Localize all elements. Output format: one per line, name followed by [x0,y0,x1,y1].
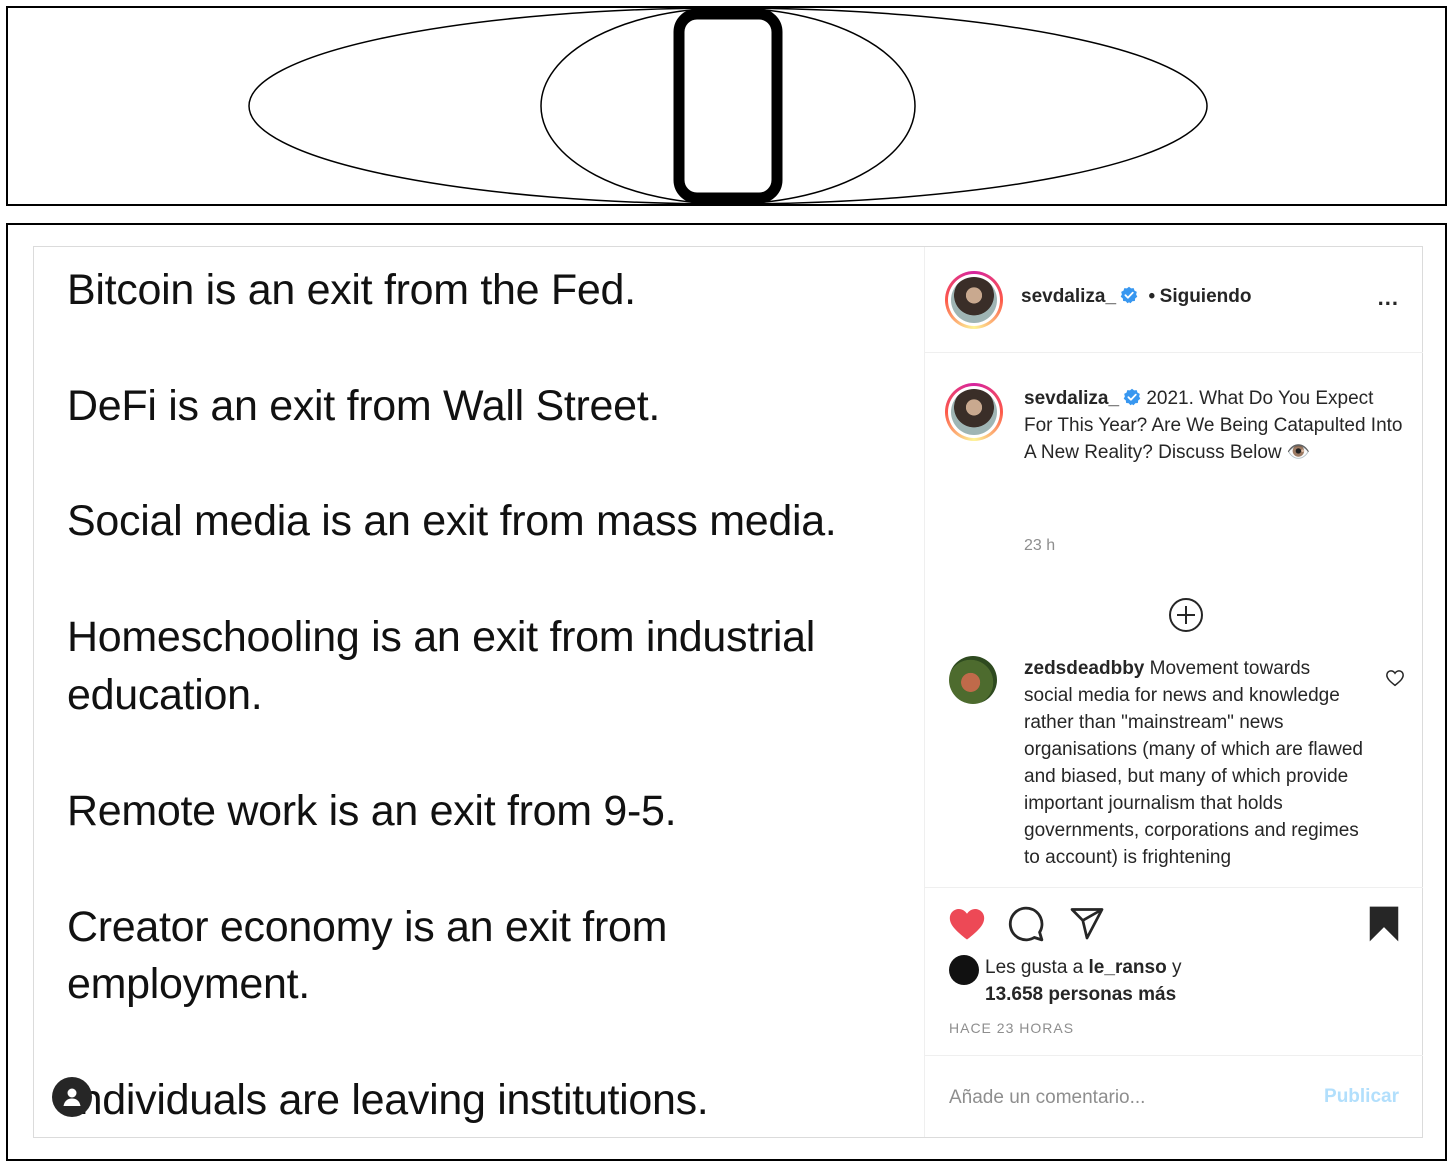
add-comment-bar: Publicar [925,1055,1423,1137]
post-image[interactable]: Bitcoin is an exit from the Fed. DeFi is… [34,247,924,1137]
post-text-line: Individuals are leaving institutions. [67,1076,709,1124]
post-text-line: DeFi is an exit from Wall Street. [67,382,661,430]
publish-button[interactable]: Publicar [1324,1086,1399,1108]
liker-avatar[interactable] [949,955,979,985]
caption-avatar[interactable] [945,383,1003,441]
post-text-line: employment. [67,960,310,1008]
load-more-comments-icon[interactable] [1168,597,1204,633]
eye-diagram-panel [6,6,1447,206]
posted-time[interactable]: HACE 23 HORAS [949,1020,1074,1036]
like-comment-heart-icon[interactable] [1385,669,1405,687]
share-icon[interactable] [1068,905,1106,941]
post-sidebar: sevdaliza_ • Siguiendo ... sevdaliza_ 20… [924,247,1423,1137]
verified-badge-icon [1123,388,1141,406]
verified-badge-icon [1120,286,1138,304]
instagram-post: Bitcoin is an exit from the Fed. DeFi is… [33,246,1423,1138]
commenter-username[interactable]: zedsdeadbby [1024,658,1144,679]
comment-text: Movement towards social media for news a… [1024,658,1364,868]
following-button[interactable]: Siguiendo [1160,286,1252,307]
more-options-icon[interactable]: ... [1378,285,1399,311]
post-actions: Les gusta a le_ranso y 13.658 personas m… [925,887,1423,1055]
likes-conjunction: y [1171,957,1182,978]
post-text-line: Bitcoin is an exit from the Fed. [67,266,636,314]
author-avatar[interactable] [945,271,1003,329]
author-username[interactable]: sevdaliza_ [1021,286,1116,307]
saved-bookmark-icon[interactable] [1367,905,1401,943]
user-tag-icon[interactable] [52,1077,92,1117]
follow-separator: • [1148,286,1156,307]
caption-username[interactable]: sevdaliza_ [1024,388,1119,409]
eye-diagram-svg [248,8,1208,204]
post-caption: sevdaliza_ 2021. What Do You Expect For … [1024,385,1404,466]
caption-time[interactable]: 23 h [1024,537,1055,555]
commenter-avatar[interactable] [949,656,997,704]
post-text-line: Remote work is an exit from 9-5. [67,787,677,835]
likes-summary: Les gusta a le_ranso y 13.658 personas m… [985,954,1385,1008]
comment-input[interactable] [949,1084,1289,1112]
phone-rectangle [673,8,783,204]
comment: zedsdeadbby Movement towards social medi… [1024,655,1364,883]
post-panel: Bitcoin is an exit from the Fed. DeFi is… [6,223,1447,1161]
post-text-line: Creator economy is an exit from [67,903,668,951]
liker-username[interactable]: le_ranso [1089,957,1167,978]
post-header: sevdaliza_ • Siguiendo ... [925,247,1423,353]
post-text-line: Homeschooling is an exit from industrial [67,613,815,661]
post-text-line: Social media is an exit from mass media. [67,497,837,545]
outer-ellipse [248,8,1208,204]
comment-icon[interactable] [1007,905,1045,943]
post-text-line: education. [67,671,263,719]
inner-ellipse [540,8,916,204]
likes-prefix: Les gusta a [985,957,1084,978]
liked-heart-icon[interactable] [947,906,987,942]
likes-count[interactable]: 13.658 personas más [985,984,1176,1005]
